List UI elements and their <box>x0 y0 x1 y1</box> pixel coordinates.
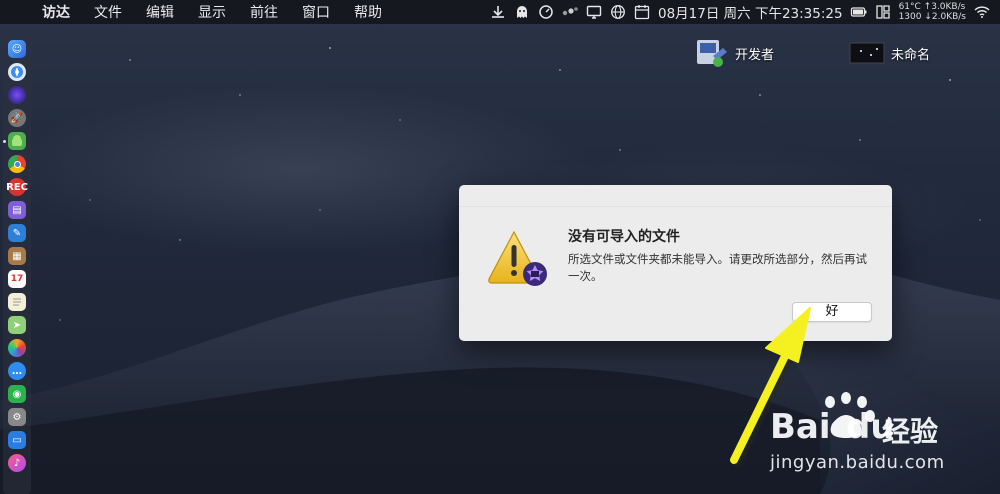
messages-icon[interactable]: … <box>8 362 26 380</box>
watermark-url: jingyan.baidu.com <box>770 452 945 473</box>
menu-bar: 访达 文件 编辑 显示 前往 窗口 帮助 08月17日 周六 下午23:35:2… <box>0 0 1000 24</box>
ghost-icon[interactable] <box>510 0 534 24</box>
desktop-item-untitled[interactable]: 未命名 <box>849 38 930 68</box>
gauge-icon[interactable] <box>534 0 558 24</box>
desktop-item-label: 未命名 <box>891 47 931 63</box>
android-icon[interactable] <box>8 132 26 150</box>
system-preferences-icon[interactable]: ⚙ <box>8 408 26 426</box>
finder-icon[interactable]: ☺ <box>8 40 26 58</box>
keynote-icon[interactable]: ▭ <box>8 431 26 449</box>
network-monitor[interactable]: 61°C ↑3.0KB/s 1300 ↓2.0KB/s <box>895 2 970 22</box>
wechat-icon[interactable]: ◉ <box>8 385 26 403</box>
desktop-item-label: 开发者 <box>735 47 775 63</box>
globe-icon[interactable] <box>606 0 630 24</box>
siri-icon[interactable] <box>8 86 26 104</box>
developer-folder-icon <box>697 40 727 67</box>
menu-help[interactable]: 帮助 <box>342 2 394 22</box>
safari-compass-icon[interactable] <box>8 63 26 81</box>
dots-icon[interactable] <box>558 0 582 24</box>
chrome-icon[interactable] <box>8 155 26 173</box>
battery-icon[interactable] <box>847 0 871 24</box>
svg-text:Bai: Bai <box>770 407 831 447</box>
ok-button[interactable]: 好 <box>792 302 872 322</box>
notebook-icon[interactable]: ▦ <box>8 247 26 265</box>
wifi-icon[interactable] <box>970 0 994 24</box>
menu-edit[interactable]: 编辑 <box>134 2 186 22</box>
dialog-titlebar[interactable] <box>459 185 892 207</box>
watermark-text: 经验 <box>882 415 939 448</box>
net-line-1: 61°C ↑3.0KB/s <box>898 2 966 12</box>
menu-go[interactable]: 前往 <box>238 2 290 22</box>
menu-finder[interactable]: 访达 <box>30 2 82 22</box>
grid-app-icon[interactable] <box>871 0 895 24</box>
screenshot-thumbnail-icon <box>849 42 885 64</box>
alert-title: 没有可导入的文件 <box>568 229 680 245</box>
menu-view[interactable]: 显示 <box>186 2 238 22</box>
alert-dialog: 没有可导入的文件 所选文件或文件夹都未能导入。请更改所选部分，然后再试一次。 好 <box>459 185 892 341</box>
desktop-item-developer[interactable]: 开发者 <box>693 38 774 68</box>
launchpad-rocket-icon[interactable]: 🚀 <box>8 109 26 127</box>
net-line-2: 1300 ↓2.0KB/s <box>898 12 966 22</box>
menu-window[interactable]: 窗口 <box>290 2 342 22</box>
itunes-icon[interactable]: ♪ <box>8 454 26 472</box>
menubar-clock[interactable]: 08月17日 周六 下午23:35:25 <box>654 0 847 24</box>
menu-file[interactable]: 文件 <box>82 2 134 22</box>
xcode-icon[interactable]: ✎ <box>8 224 26 242</box>
calendar-icon[interactable] <box>630 0 654 24</box>
dock: ☺ 🚀 REC ▤ ✎ ▦ 17 ➤ … ◉ ⚙ ▭ ♪ <box>3 36 31 494</box>
alert-message: 所选文件或文件夹都未能导入。请更改所选部分，然后再试一次。 <box>568 252 867 283</box>
download-icon[interactable] <box>486 0 510 24</box>
calendar-app-icon[interactable]: 17 <box>8 270 26 288</box>
display-icon[interactable] <box>582 0 606 24</box>
photos-icon[interactable] <box>8 339 26 357</box>
record-icon[interactable]: REC <box>6 178 28 196</box>
android-running-dot <box>3 140 6 143</box>
notes-icon[interactable]: ▤ <box>8 201 26 219</box>
textedit-icon[interactable] <box>8 293 26 311</box>
maps-icon[interactable]: ➤ <box>8 316 26 334</box>
warning-imovie-icon <box>488 230 547 286</box>
status-area: 08月17日 周六 下午23:35:25 61°C ↑3.0KB/s 1300 … <box>486 0 994 24</box>
